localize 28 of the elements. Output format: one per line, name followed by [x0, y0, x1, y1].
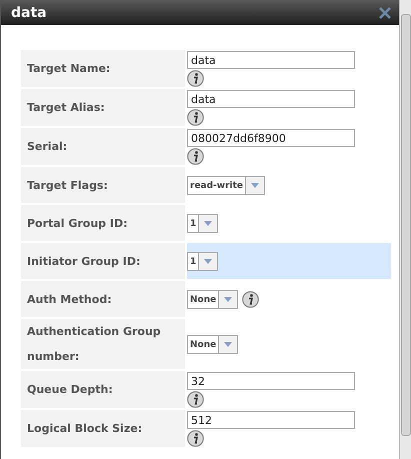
field-label: Target Alias: — [21, 89, 185, 126]
input-field[interactable]: 512 — [187, 411, 355, 429]
dropdown[interactable]: 1 — [187, 214, 218, 233]
caret-icon — [251, 183, 260, 188]
input-field[interactable]: data — [187, 51, 355, 69]
field-label: Authentication Group number: — [21, 319, 185, 369]
field-label: Target Name: — [21, 50, 185, 87]
dropdown[interactable]: None — [187, 290, 238, 309]
field-label: Initiator Group ID: — [21, 243, 185, 279]
caret-icon — [204, 221, 212, 226]
caret-icon — [224, 297, 232, 302]
field-label: Queue Depth: — [21, 371, 185, 408]
input-field[interactable]: 080027dd6f8900 — [187, 129, 355, 147]
field-label: Portal Group ID: — [21, 205, 185, 241]
field-label: Logical Block Size: — [21, 410, 185, 447]
caret-icon — [224, 342, 232, 347]
dropdown[interactable]: read-write — [187, 176, 266, 195]
dropdown[interactable]: 1 — [187, 252, 218, 271]
field-label: Target Flags: — [21, 167, 185, 203]
field-label: Serial: — [21, 128, 185, 165]
close-icon[interactable] — [379, 6, 391, 18]
dropdown[interactable]: None — [187, 335, 238, 354]
caret-icon — [204, 259, 212, 264]
window-title: data — [11, 4, 47, 20]
input-field[interactable]: 32 — [187, 372, 355, 390]
input-field[interactable]: data — [187, 90, 355, 108]
scrollbar[interactable] — [399, 0, 411, 459]
field-label: Auth Method: — [21, 281, 185, 317]
